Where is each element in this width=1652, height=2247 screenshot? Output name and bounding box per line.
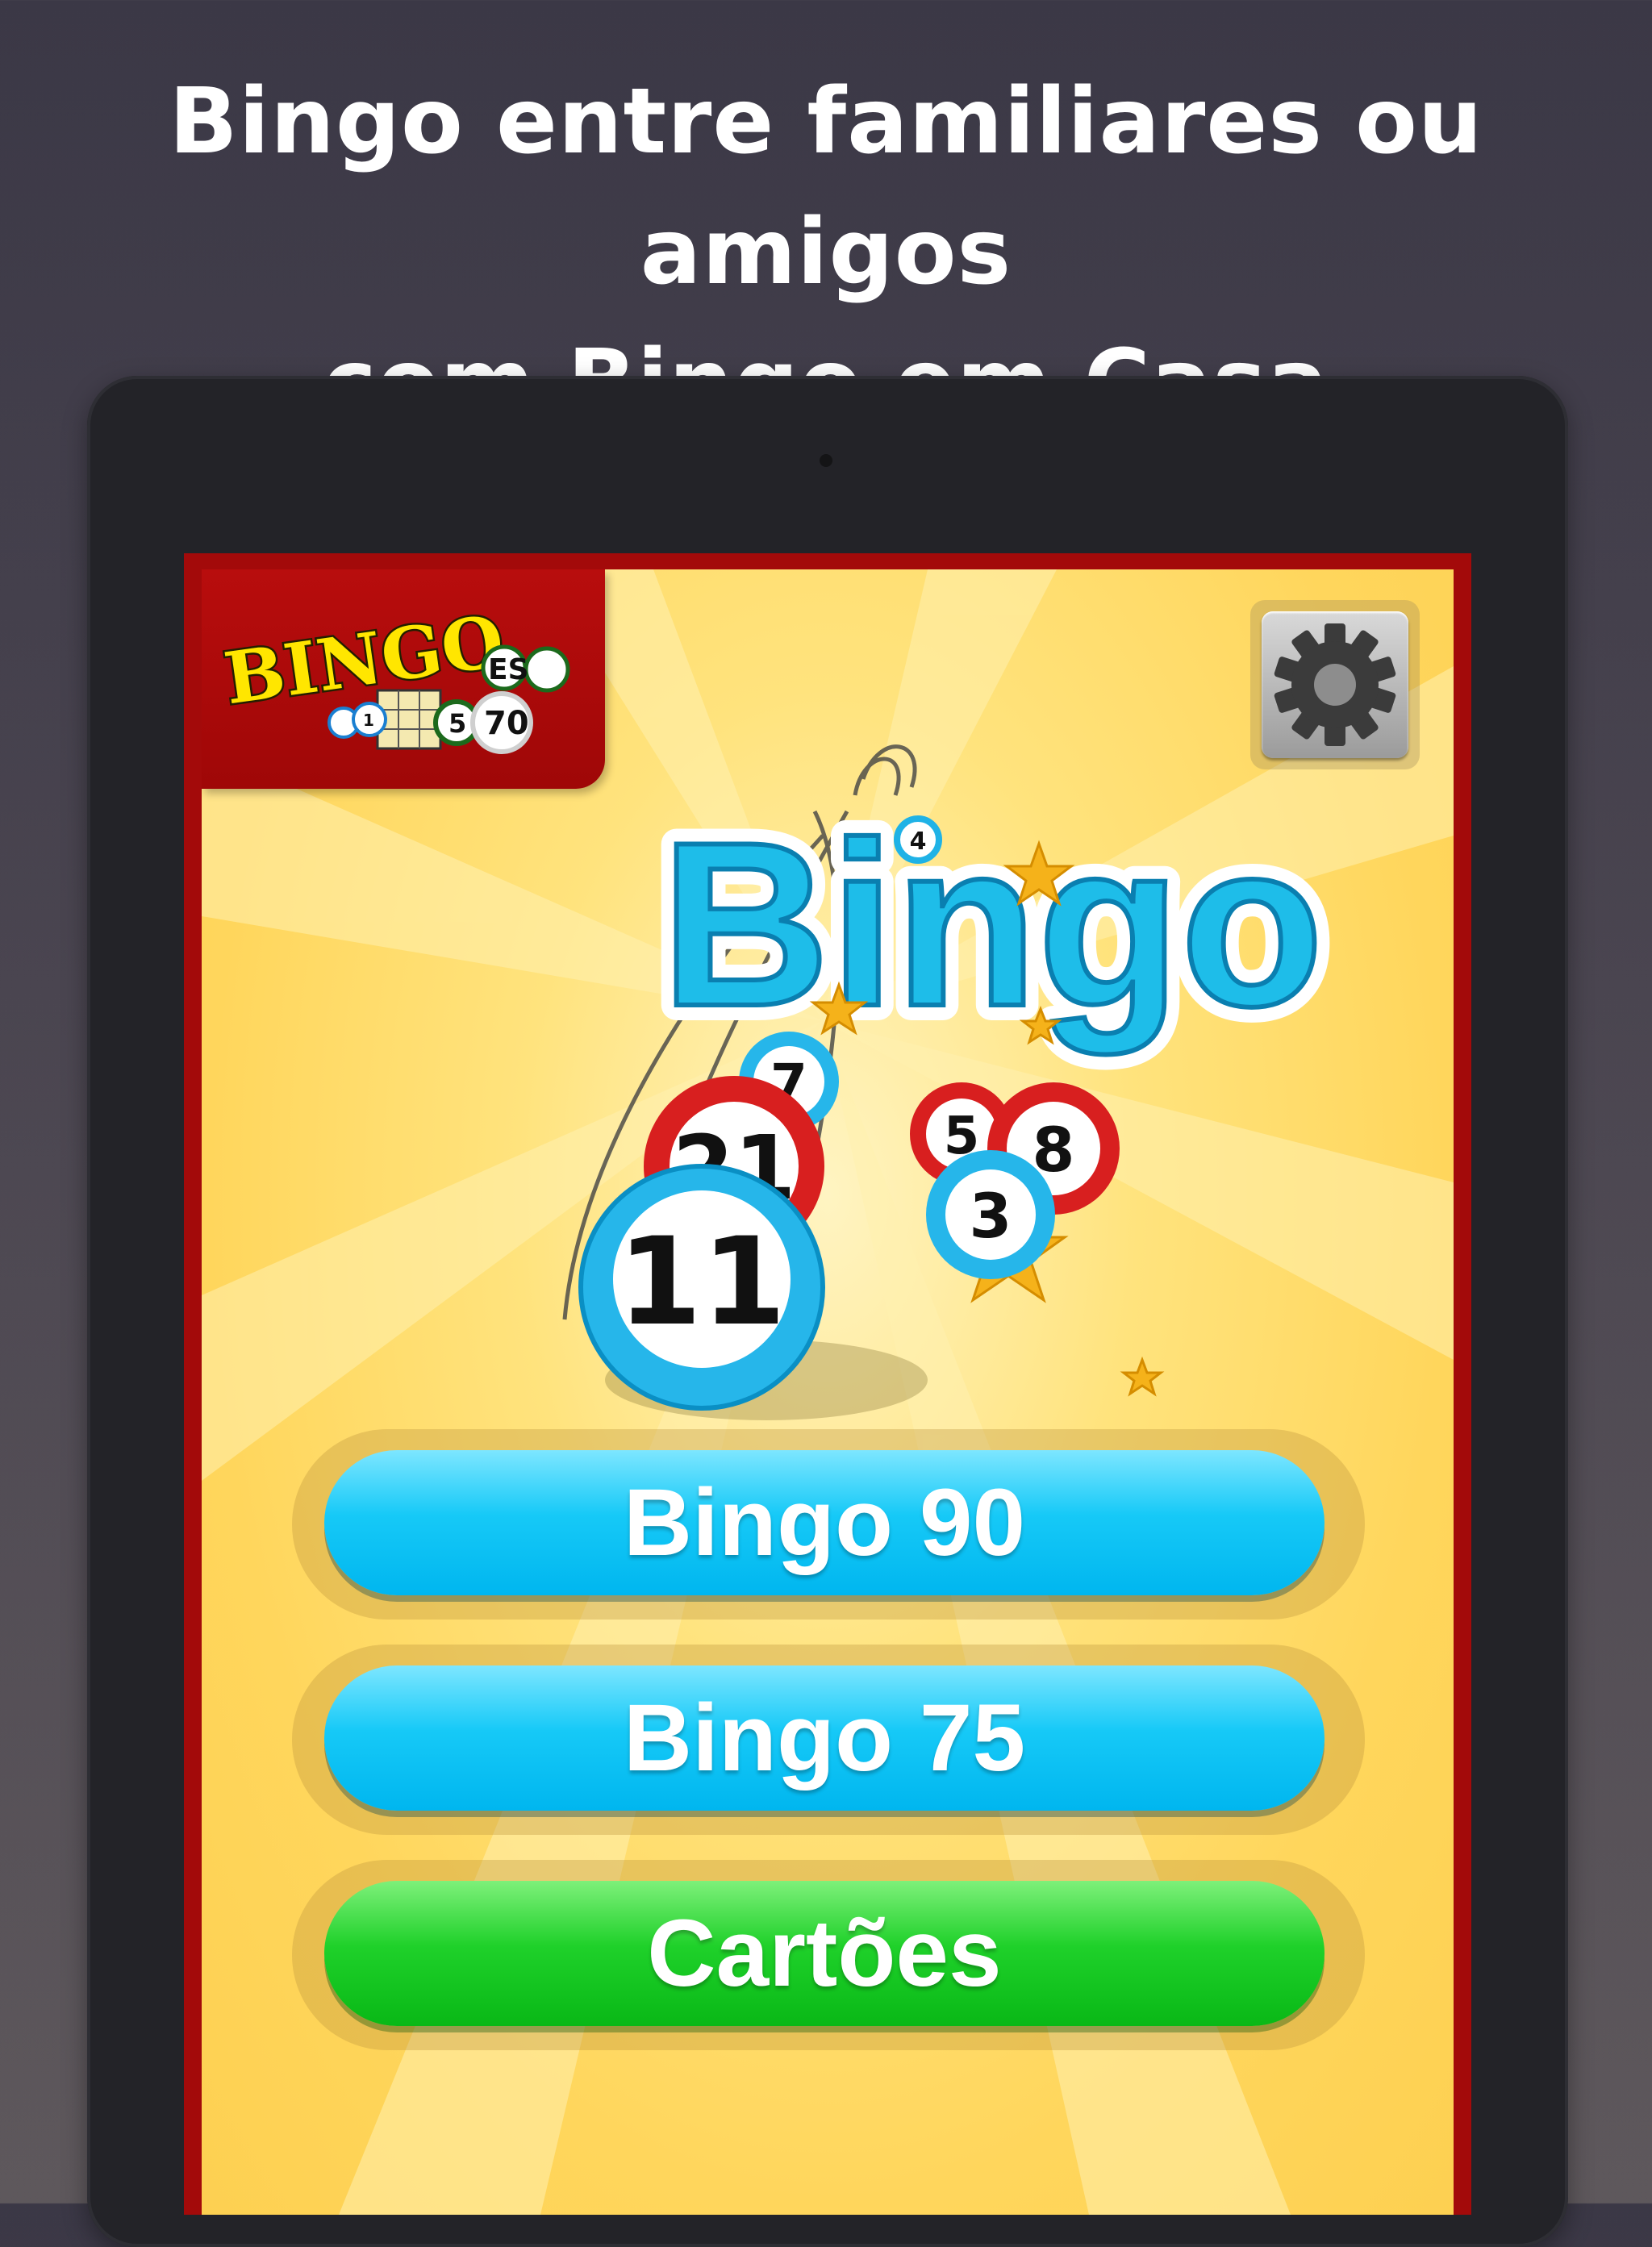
app-background: BINGO ES 1 5 70 Bingo Bingo 4 7 21 5 8 3… [202, 569, 1454, 2215]
cartoes-button-frame: Cartões [292, 1860, 1365, 2050]
hero-title: Bingo [661, 794, 1323, 1056]
headline-line-1: Bingo entre familiares ou amigos [169, 69, 1483, 305]
bingo90-button-frame: Bingo 90 [292, 1429, 1365, 1620]
hero-ball-11: 11 [618, 1212, 786, 1353]
bingo90-button[interactable]: Bingo 90 [324, 1450, 1325, 1595]
hero-ball-3: 3 [970, 1180, 1012, 1252]
cartoes-button[interactable]: Cartões [324, 1881, 1325, 2026]
tablet-camera [820, 454, 832, 467]
bingo-hero-illustration: Bingo Bingo 4 7 21 5 8 3 11 [562, 744, 1339, 1420]
bingo75-button[interactable]: Bingo 75 [324, 1665, 1325, 1811]
hero-ball-4: 4 [910, 828, 927, 856]
app-screen: BINGO ES 1 5 70 Bingo Bingo 4 7 21 5 8 3… [184, 553, 1471, 2215]
bingo75-button-frame: Bingo 75 [292, 1645, 1365, 1835]
